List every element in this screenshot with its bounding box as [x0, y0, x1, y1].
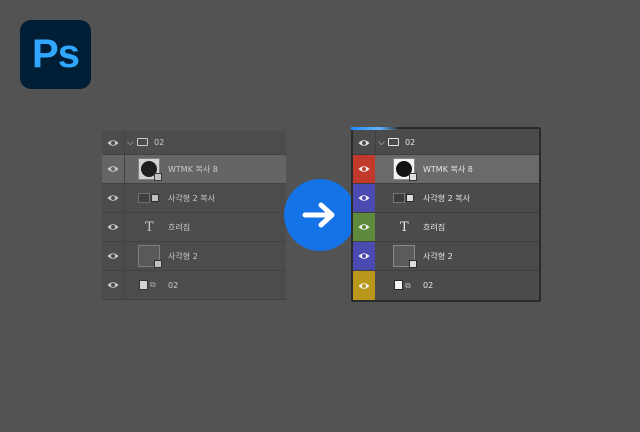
layer-row[interactable]: ⧉ 02	[353, 271, 539, 300]
text-layer-icon: T	[145, 219, 154, 235]
link-icon: ⧉	[150, 280, 156, 289]
group-name: 02	[154, 138, 165, 147]
layer-thumbnail	[138, 158, 162, 181]
folder-icon	[137, 138, 148, 146]
layer-row[interactable]: WTMK 복사 8	[102, 155, 286, 184]
smart-object-icon	[409, 173, 417, 181]
layer-name[interactable]: 사각형 2	[168, 242, 198, 270]
layer-name[interactable]: 사각형 2 복사	[168, 184, 215, 212]
layer-row[interactable]: 사각형 2 복사	[102, 184, 286, 213]
shape-icon	[154, 260, 162, 268]
layer-thumbnail	[139, 280, 148, 290]
layer-row[interactable]: T 흐려짐	[353, 213, 539, 242]
link-icon: ⧉	[405, 280, 411, 290]
right-arrow-icon	[302, 202, 335, 228]
chevron-down-icon[interactable]: ⌵	[127, 131, 134, 154]
layer-name[interactable]: WTMK 복사 8	[168, 155, 218, 183]
visibility-eye-icon[interactable]	[102, 213, 124, 241]
group-name: 02	[405, 138, 416, 147]
visibility-eye-icon[interactable]	[353, 271, 375, 300]
layer-row[interactable]: ⧉ 02	[102, 271, 286, 300]
layer-thumbnail	[393, 245, 417, 268]
layer-row[interactable]: 사각형 2	[102, 242, 286, 271]
shape-icon	[151, 194, 159, 202]
visibility-eye-icon[interactable]	[353, 213, 375, 241]
layer-row[interactable]: WTMK 복사 8	[353, 155, 539, 184]
visibility-eye-icon[interactable]	[102, 271, 124, 299]
layer-name[interactable]: 사각형 2	[423, 242, 453, 270]
layer-thumbnail	[394, 280, 403, 290]
shape-icon	[406, 194, 414, 202]
visibility-eye-icon[interactable]	[102, 155, 124, 183]
layer-thumbnail	[138, 245, 162, 268]
folder-icon	[388, 138, 399, 146]
visibility-eye-icon[interactable]	[102, 242, 124, 270]
visibility-eye-icon[interactable]	[353, 242, 375, 270]
layer-name[interactable]: 02	[168, 271, 178, 299]
chevron-down-icon[interactable]: ⌵	[378, 131, 385, 154]
layer-thumbnail	[393, 158, 417, 181]
photoshop-logo: Ps	[20, 20, 91, 89]
layer-thumbnail	[138, 193, 150, 203]
visibility-eye-icon[interactable]	[353, 155, 375, 183]
layers-panel-after: ⌵ 02 WTMK 복사 8 사각형 2 복사 T 흐려짐 사각형 2 ⧉ 02	[351, 127, 541, 302]
layer-thumbnail	[393, 193, 405, 203]
shape-icon	[409, 260, 417, 268]
layers-panel-before: ⌵ 02 WTMK 복사 8 사각형 2 복사 T 흐려짐 사각형 2 ⧉ 02	[102, 131, 286, 300]
layer-row[interactable]: 사각형 2	[353, 242, 539, 271]
visibility-eye-icon[interactable]	[353, 131, 375, 154]
smart-object-icon	[154, 173, 162, 181]
layer-row[interactable]: 사각형 2 복사	[353, 184, 539, 213]
layer-name[interactable]: 흐려짐	[168, 213, 190, 241]
visibility-eye-icon[interactable]	[353, 184, 375, 212]
layer-row[interactable]: T 흐려짐	[102, 213, 286, 242]
layer-name[interactable]: 사각형 2 복사	[423, 184, 470, 212]
layer-name[interactable]: 02	[423, 271, 433, 300]
visibility-eye-icon[interactable]	[102, 131, 124, 154]
visibility-eye-icon[interactable]	[102, 184, 124, 212]
group-row[interactable]: ⌵ 02	[353, 131, 539, 155]
right-arrow-button	[284, 179, 356, 251]
text-layer-icon: T	[400, 219, 409, 235]
highlight-glow	[351, 127, 399, 130]
layer-name[interactable]: WTMK 복사 8	[423, 155, 473, 183]
group-row[interactable]: ⌵ 02	[102, 131, 286, 155]
layer-name[interactable]: 흐려짐	[423, 213, 445, 241]
